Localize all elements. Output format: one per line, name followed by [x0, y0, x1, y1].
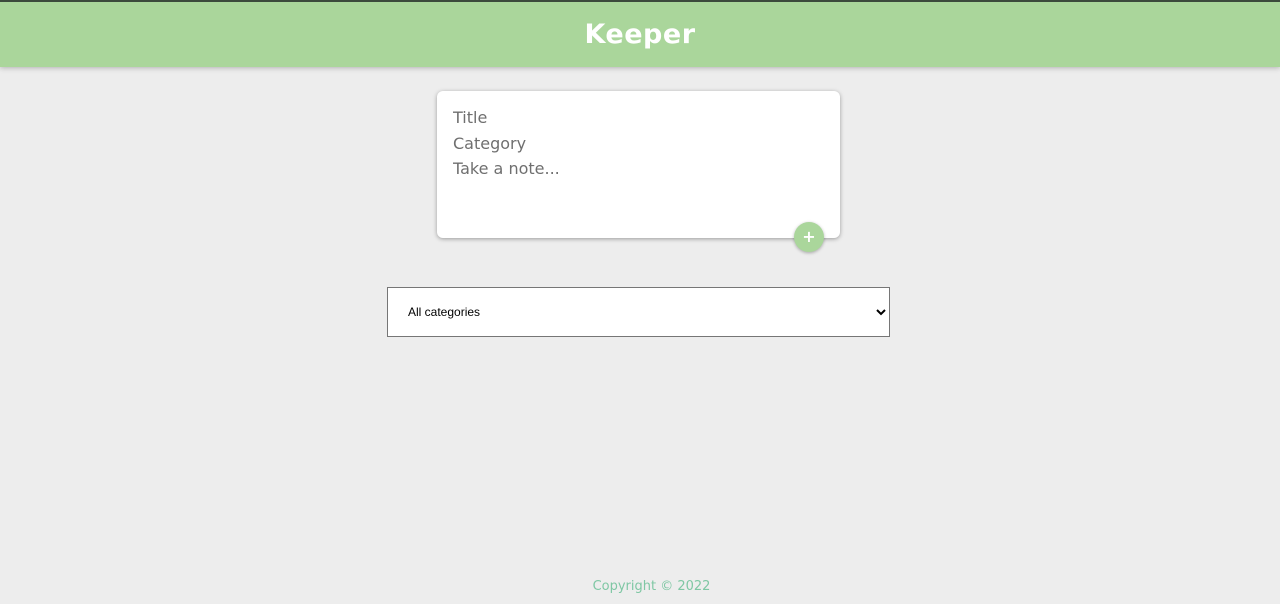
add-note-button[interactable]: +	[794, 222, 824, 252]
footer-copyright: Copyright © 2022	[0, 579, 1280, 594]
note-content-input[interactable]	[453, 158, 823, 218]
title-input[interactable]	[453, 106, 823, 128]
copyright-text: Copyright © 2022	[592, 579, 711, 594]
category-input[interactable]	[453, 132, 823, 154]
plus-icon: +	[802, 227, 816, 246]
app-header: Keeper	[0, 0, 1280, 67]
app-title: Keeper	[584, 19, 696, 50]
category-filter-select[interactable]: All categories	[387, 287, 890, 337]
create-note-form	[437, 91, 840, 238]
